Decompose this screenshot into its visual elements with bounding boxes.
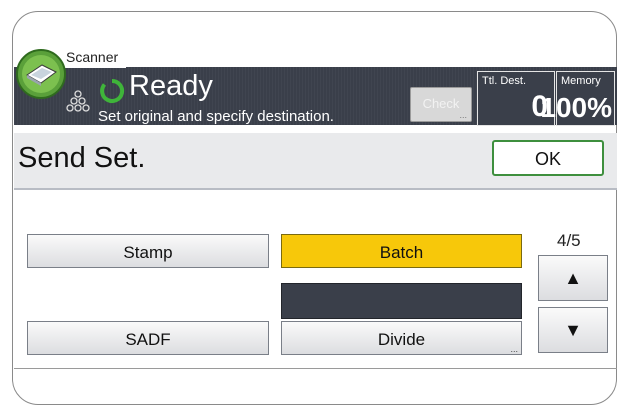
memory-label: Memory <box>561 75 601 87</box>
total-destinations-label: Ttl. Dest. <box>482 75 527 87</box>
originals-stack-icon <box>66 90 90 112</box>
footer-divider <box>14 368 617 369</box>
down-arrow-icon: ▼ <box>564 320 582 340</box>
ready-icon <box>100 78 125 103</box>
empty-option-slot <box>281 283 522 319</box>
ready-status: Ready <box>129 70 213 102</box>
divide-button[interactable]: Divide ... <box>281 321 522 355</box>
page-indicator: 4/5 <box>557 231 581 250</box>
memory-value: 100% <box>540 92 612 123</box>
batch-label: Batch <box>379 243 424 262</box>
scanner-icon <box>16 49 66 99</box>
sadf-button[interactable]: SADF <box>27 321 269 355</box>
more-indicator: ... <box>510 344 518 354</box>
stamp-button[interactable]: Stamp <box>27 234 269 268</box>
up-arrow-icon: ▲ <box>564 268 582 288</box>
check-label: Check <box>422 96 460 111</box>
scroll-down-button[interactable]: ▼ <box>538 307 608 353</box>
page-title: Send Set. <box>18 142 146 174</box>
sadf-label: SADF <box>125 330 171 349</box>
scroll-up-button[interactable]: ▲ <box>538 255 608 301</box>
batch-button[interactable]: Batch <box>281 234 522 268</box>
more-indicator: ... <box>459 110 467 120</box>
check-button[interactable]: Check ... <box>410 87 472 122</box>
ok-label: OK <box>534 149 561 169</box>
stamp-label: Stamp <box>123 243 173 262</box>
divide-label: Divide <box>377 330 426 349</box>
app-name: Scanner <box>66 49 119 65</box>
ok-button[interactable]: OK <box>492 140 604 176</box>
memory-box: Memory 100% <box>540 71 615 126</box>
status-message: Set original and specify destination. <box>98 108 334 125</box>
